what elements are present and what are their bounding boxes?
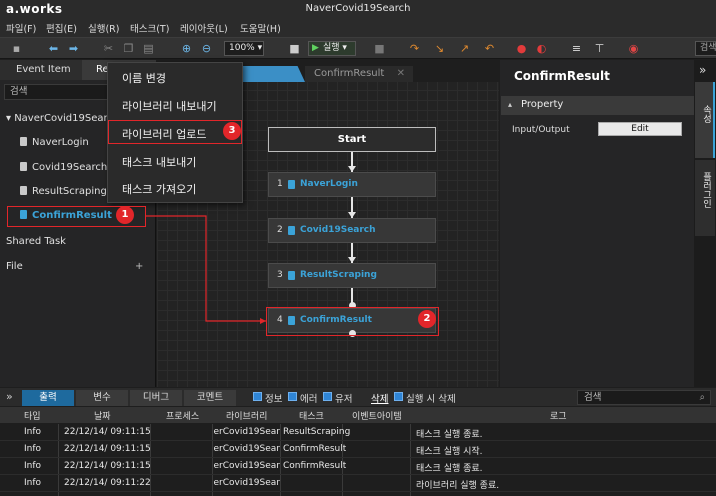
col-task[interactable]: 태스크 [299, 409, 324, 422]
filter-info-label: 정보 [265, 394, 283, 405]
col-type[interactable]: 타입 [24, 409, 41, 422]
tab-comment[interactable]: 코멘트 [184, 390, 236, 406]
col-event-item[interactable]: 이벤트아이템 [352, 409, 402, 422]
drag-guide-arrow [260, 318, 266, 324]
clear-log-link[interactable]: 삭제 [371, 391, 388, 405]
log-row[interactable]: Info 22/12/14/ 09:11:22 NaverCovid19Sear… [0, 475, 716, 492]
search-icon: ⌕ [699, 392, 705, 403]
log-row[interactable]: Info 22/12/14/ 09:11:15 NaverCovid19Sear… [0, 424, 716, 441]
clear-on-run-label: 실행 시 삭제 [406, 394, 456, 405]
filter-error-checkbox[interactable] [288, 392, 297, 401]
col-process[interactable]: 프로세스 [166, 409, 199, 422]
tab-variables[interactable]: 변수 [76, 390, 128, 406]
filter-user-checkbox[interactable] [323, 392, 332, 401]
drag-guide-path [146, 215, 266, 322]
output-search-input[interactable]: 검색 ⌕ [577, 390, 711, 405]
filter-info-checkbox[interactable] [253, 392, 262, 401]
log-row[interactable]: Info 22/12/14/ 09:11:15 NaverCovid19Sear… [0, 441, 716, 458]
col-date[interactable]: 날짜 [94, 409, 111, 422]
tab-debug[interactable]: 디버그 [130, 390, 182, 406]
filter-error-label: 에러 [300, 394, 318, 405]
col-library[interactable]: 라이브러리 [226, 409, 267, 422]
col-log[interactable]: 로그 [550, 409, 567, 422]
filter-user-label: 유저 [335, 394, 353, 405]
collapse-panel-icon[interactable]: » [6, 390, 13, 403]
clear-on-run-checkbox[interactable] [394, 392, 403, 401]
tab-output[interactable]: 출력 [22, 390, 74, 406]
log-row[interactable]: Info 22/12/14/ 09:11:15 NaverCovid19Sear… [0, 458, 716, 475]
